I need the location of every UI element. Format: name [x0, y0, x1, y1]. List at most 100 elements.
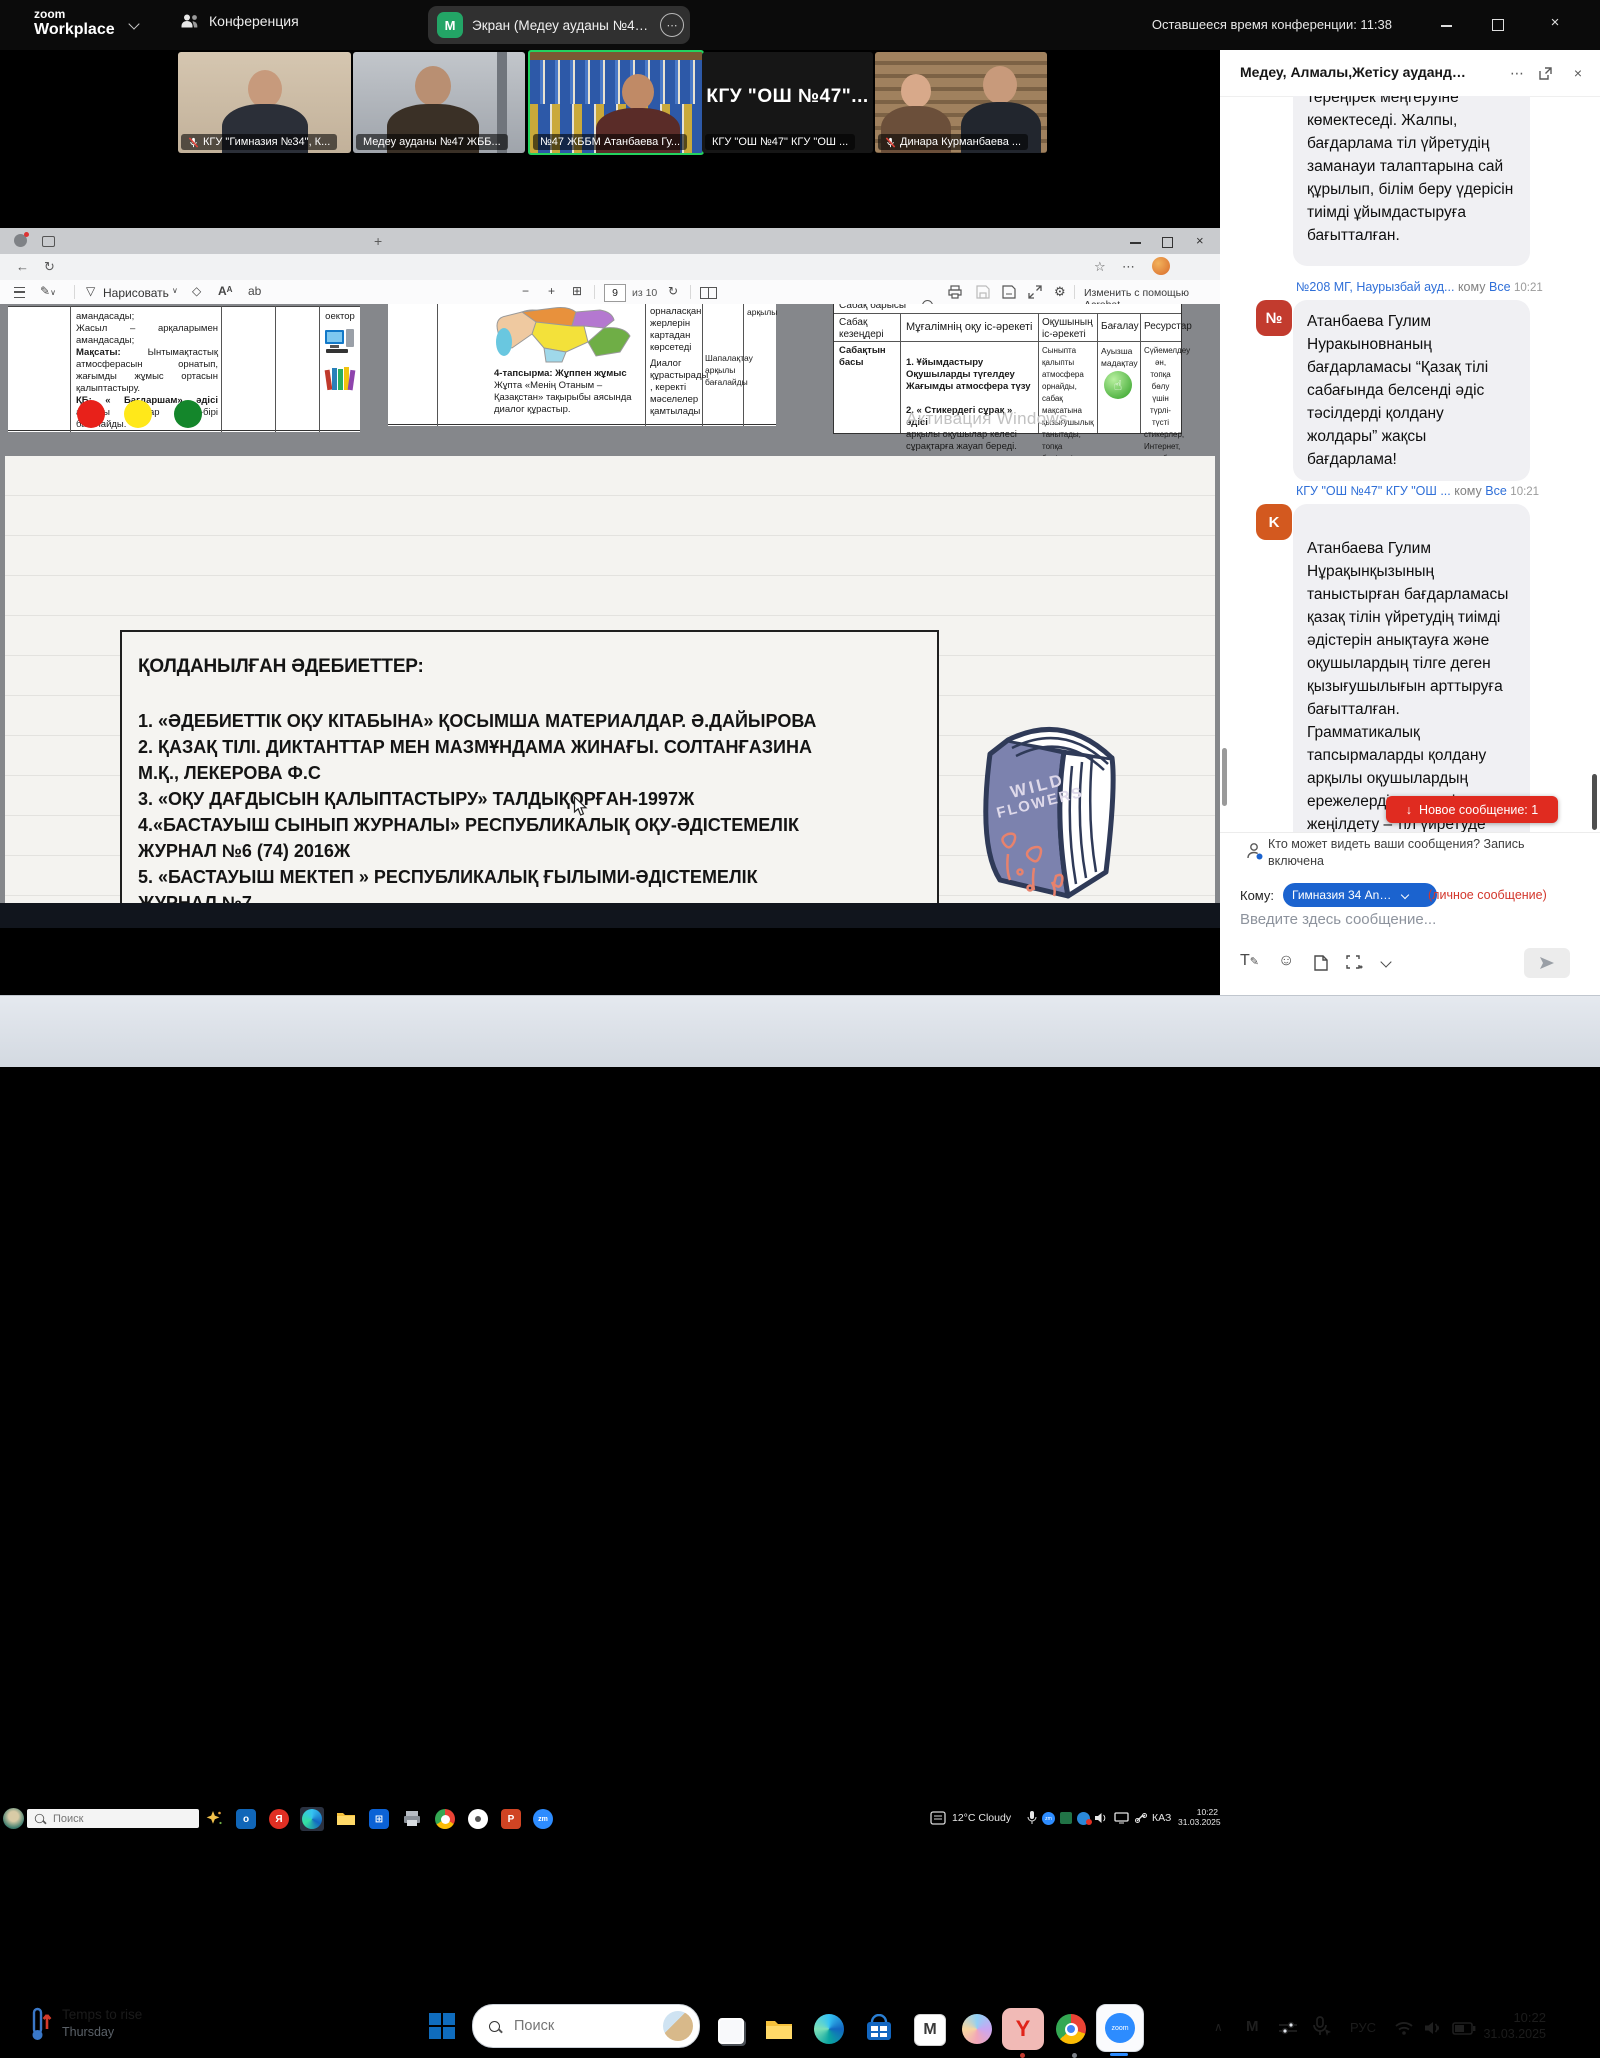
- screenshot-icon[interactable]: [1346, 955, 1363, 971]
- chrome-icon[interactable]: [435, 1809, 455, 1829]
- minimize-button[interactable]: [1441, 25, 1452, 27]
- browser-avatar[interactable]: [1152, 257, 1170, 275]
- chat-menu-icon[interactable]: ⋯: [1510, 65, 1524, 82]
- news-icon[interactable]: [930, 1811, 946, 1825]
- edge-icon[interactable]: [814, 2014, 844, 2044]
- copilot-icon[interactable]: [962, 2014, 992, 2044]
- popout-icon[interactable]: [1539, 67, 1552, 80]
- zoom-in-icon[interactable]: +: [548, 284, 555, 298]
- tray-settings-icon[interactable]: [1278, 2020, 1298, 2036]
- recipient-dropdown[interactable]: Гимназия 34 Anasta...: [1283, 883, 1437, 907]
- tray-m-icon[interactable]: M: [1246, 2018, 1259, 2035]
- zoom-app-icon[interactable]: zoom: [1096, 2004, 1144, 2052]
- chrome-icon[interactable]: [1056, 2014, 1086, 2044]
- edge-icon[interactable]: [302, 1809, 322, 1829]
- new-tab-button[interactable]: +: [374, 233, 382, 249]
- copilot-sparkle-icon[interactable]: [205, 1810, 223, 1827]
- video-tile[interactable]: Медеу ауданы №47 ЖББ...: [353, 52, 525, 153]
- store-icon[interactable]: ⊞: [369, 1809, 389, 1829]
- shared-screen-tab[interactable]: M Экран (Медеу ауданы №47 ЖБ ⋯: [428, 6, 690, 44]
- format-icon[interactable]: T✎: [1240, 952, 1259, 970]
- video-tile[interactable]: КГУ "Гимназия №34", К...: [178, 52, 351, 153]
- browser-menu-icon[interactable]: ⋯: [1122, 259, 1135, 275]
- chat-close-icon[interactable]: ×: [1574, 65, 1582, 81]
- tab-group-icon[interactable]: [42, 236, 55, 247]
- mic-tray-icon[interactable]: [1026, 1810, 1038, 1826]
- printer-icon[interactable]: [402, 1810, 422, 1827]
- new-message-button[interactable]: ↓ Новое сообщение: 1: [1386, 796, 1558, 823]
- send-button[interactable]: [1524, 948, 1570, 978]
- zoom-app-icon[interactable]: zm: [533, 1809, 553, 1829]
- link-icon[interactable]: [1134, 1812, 1148, 1824]
- file-explorer-icon[interactable]: [336, 1810, 356, 1827]
- app-icon[interactable]: [468, 1809, 488, 1829]
- browser-close[interactable]: ×: [1196, 233, 1204, 248]
- clock-inner[interactable]: 10:22 31.03.2025: [1178, 1807, 1218, 1827]
- chat-input[interactable]: [1238, 910, 1572, 929]
- start-button[interactable]: [428, 2012, 456, 2040]
- shared-screen-taskbar[interactable]: o Я ⊞ P zm 12°C Cloudy zm КАЗ 10:22 31.0…: [0, 903, 1220, 928]
- language-indicator[interactable]: РУС: [1350, 2020, 1376, 2035]
- battery-icon[interactable]: [1452, 2022, 1476, 2035]
- search-box[interactable]: [472, 2004, 700, 2048]
- page-number-input[interactable]: 9: [604, 284, 626, 302]
- powerpoint-icon[interactable]: P: [501, 1809, 521, 1829]
- refresh-icon[interactable]: ↻: [44, 259, 55, 275]
- store-icon[interactable]: [864, 2014, 894, 2044]
- video-tile-active-speaker[interactable]: №47 ЖББМ Атанбаева Гу...: [528, 50, 704, 155]
- chat-messages[interactable]: тереңірек меңгеруіне көмектеседі. Жалпы,…: [1220, 96, 1600, 832]
- pdf-canvas[interactable]: амандасады; Жасыл – арқаларымен амандаса…: [0, 304, 1220, 903]
- video-tile[interactable]: Динара Курманбаева ...: [875, 52, 1047, 153]
- start-button-inner[interactable]: [3, 1808, 24, 1829]
- draw-funnel-icon[interactable]: ▽: [86, 284, 95, 298]
- fullscreen-icon[interactable]: [1028, 285, 1042, 299]
- gear-icon[interactable]: ⚙: [1054, 284, 1066, 300]
- browser-restore[interactable]: [1162, 237, 1173, 248]
- search-input-inner[interactable]: [51, 1812, 175, 1826]
- pen-tool-icon[interactable]: ✎∨: [40, 284, 56, 298]
- clock[interactable]: 10:22 31.03.2025: [1478, 2009, 1546, 2043]
- zoom-tray-icon[interactable]: zm: [1042, 1812, 1055, 1825]
- conference-tab[interactable]: Конференция: [180, 13, 299, 29]
- chevron-down-icon[interactable]: [1380, 956, 1391, 967]
- search-input[interactable]: [512, 2017, 636, 2035]
- scrollbar-left[interactable]: [1222, 748, 1227, 806]
- rotate-icon[interactable]: ↻: [668, 284, 678, 298]
- share-options-button[interactable]: ⋯: [660, 13, 684, 37]
- save-icon[interactable]: [976, 285, 990, 299]
- outlook-icon[interactable]: o: [236, 1809, 256, 1829]
- weather-widget[interactable]: Temps to rise Thursday: [62, 2007, 142, 2039]
- m-app-icon[interactable]: M: [914, 2014, 946, 2046]
- language-indicator-inner[interactable]: КАЗ: [1152, 1812, 1171, 1824]
- yandex-browser-icon[interactable]: Y: [1002, 2008, 1044, 2050]
- close-button[interactable]: ×: [1540, 14, 1570, 31]
- read-aloud-icon[interactable]: ab: [248, 284, 261, 298]
- page-view-icon[interactable]: [700, 287, 709, 299]
- favorites-star-icon[interactable]: ☆: [1094, 259, 1106, 275]
- print-icon[interactable]: [948, 285, 962, 299]
- eraser-icon[interactable]: ◇: [192, 284, 201, 298]
- wifi-icon[interactable]: [1394, 2020, 1414, 2036]
- voice-typing-icon[interactable]: [1312, 2016, 1332, 2038]
- save-as-icon[interactable]: [1002, 285, 1016, 299]
- weather-status[interactable]: 12°C Cloudy: [952, 1812, 1011, 1824]
- search-box-inner[interactable]: [27, 1809, 199, 1828]
- tray-expand-icon[interactable]: ∧: [1214, 2020, 1223, 2034]
- fit-width-icon[interactable]: ⊞: [572, 284, 582, 298]
- excel-tray-icon[interactable]: [1060, 1812, 1072, 1824]
- task-view-icon[interactable]: [718, 2018, 744, 2044]
- video-tile[interactable]: КГУ "ОШ №47"... КГУ "ОШ №47" КГУ "ОШ ...: [702, 52, 873, 153]
- emoji-icon[interactable]: ☺: [1278, 952, 1294, 970]
- back-icon[interactable]: ←: [16, 259, 29, 274]
- volume-icon[interactable]: [1424, 2020, 1443, 2036]
- chevron-down-icon[interactable]: ∨: [172, 286, 178, 295]
- network-icon[interactable]: [1114, 1812, 1129, 1824]
- draw-label[interactable]: Нарисовать: [103, 286, 169, 300]
- text-size-icon[interactable]: Aᴬ: [218, 284, 233, 298]
- volume-icon[interactable]: [1094, 1812, 1109, 1824]
- zoom-out-icon[interactable]: −: [522, 284, 529, 298]
- file-explorer-icon[interactable]: [764, 2014, 794, 2044]
- toc-icon[interactable]: [14, 287, 25, 298]
- scrollbar-right[interactable]: [1592, 774, 1597, 830]
- yandex-icon[interactable]: Я: [269, 1809, 289, 1829]
